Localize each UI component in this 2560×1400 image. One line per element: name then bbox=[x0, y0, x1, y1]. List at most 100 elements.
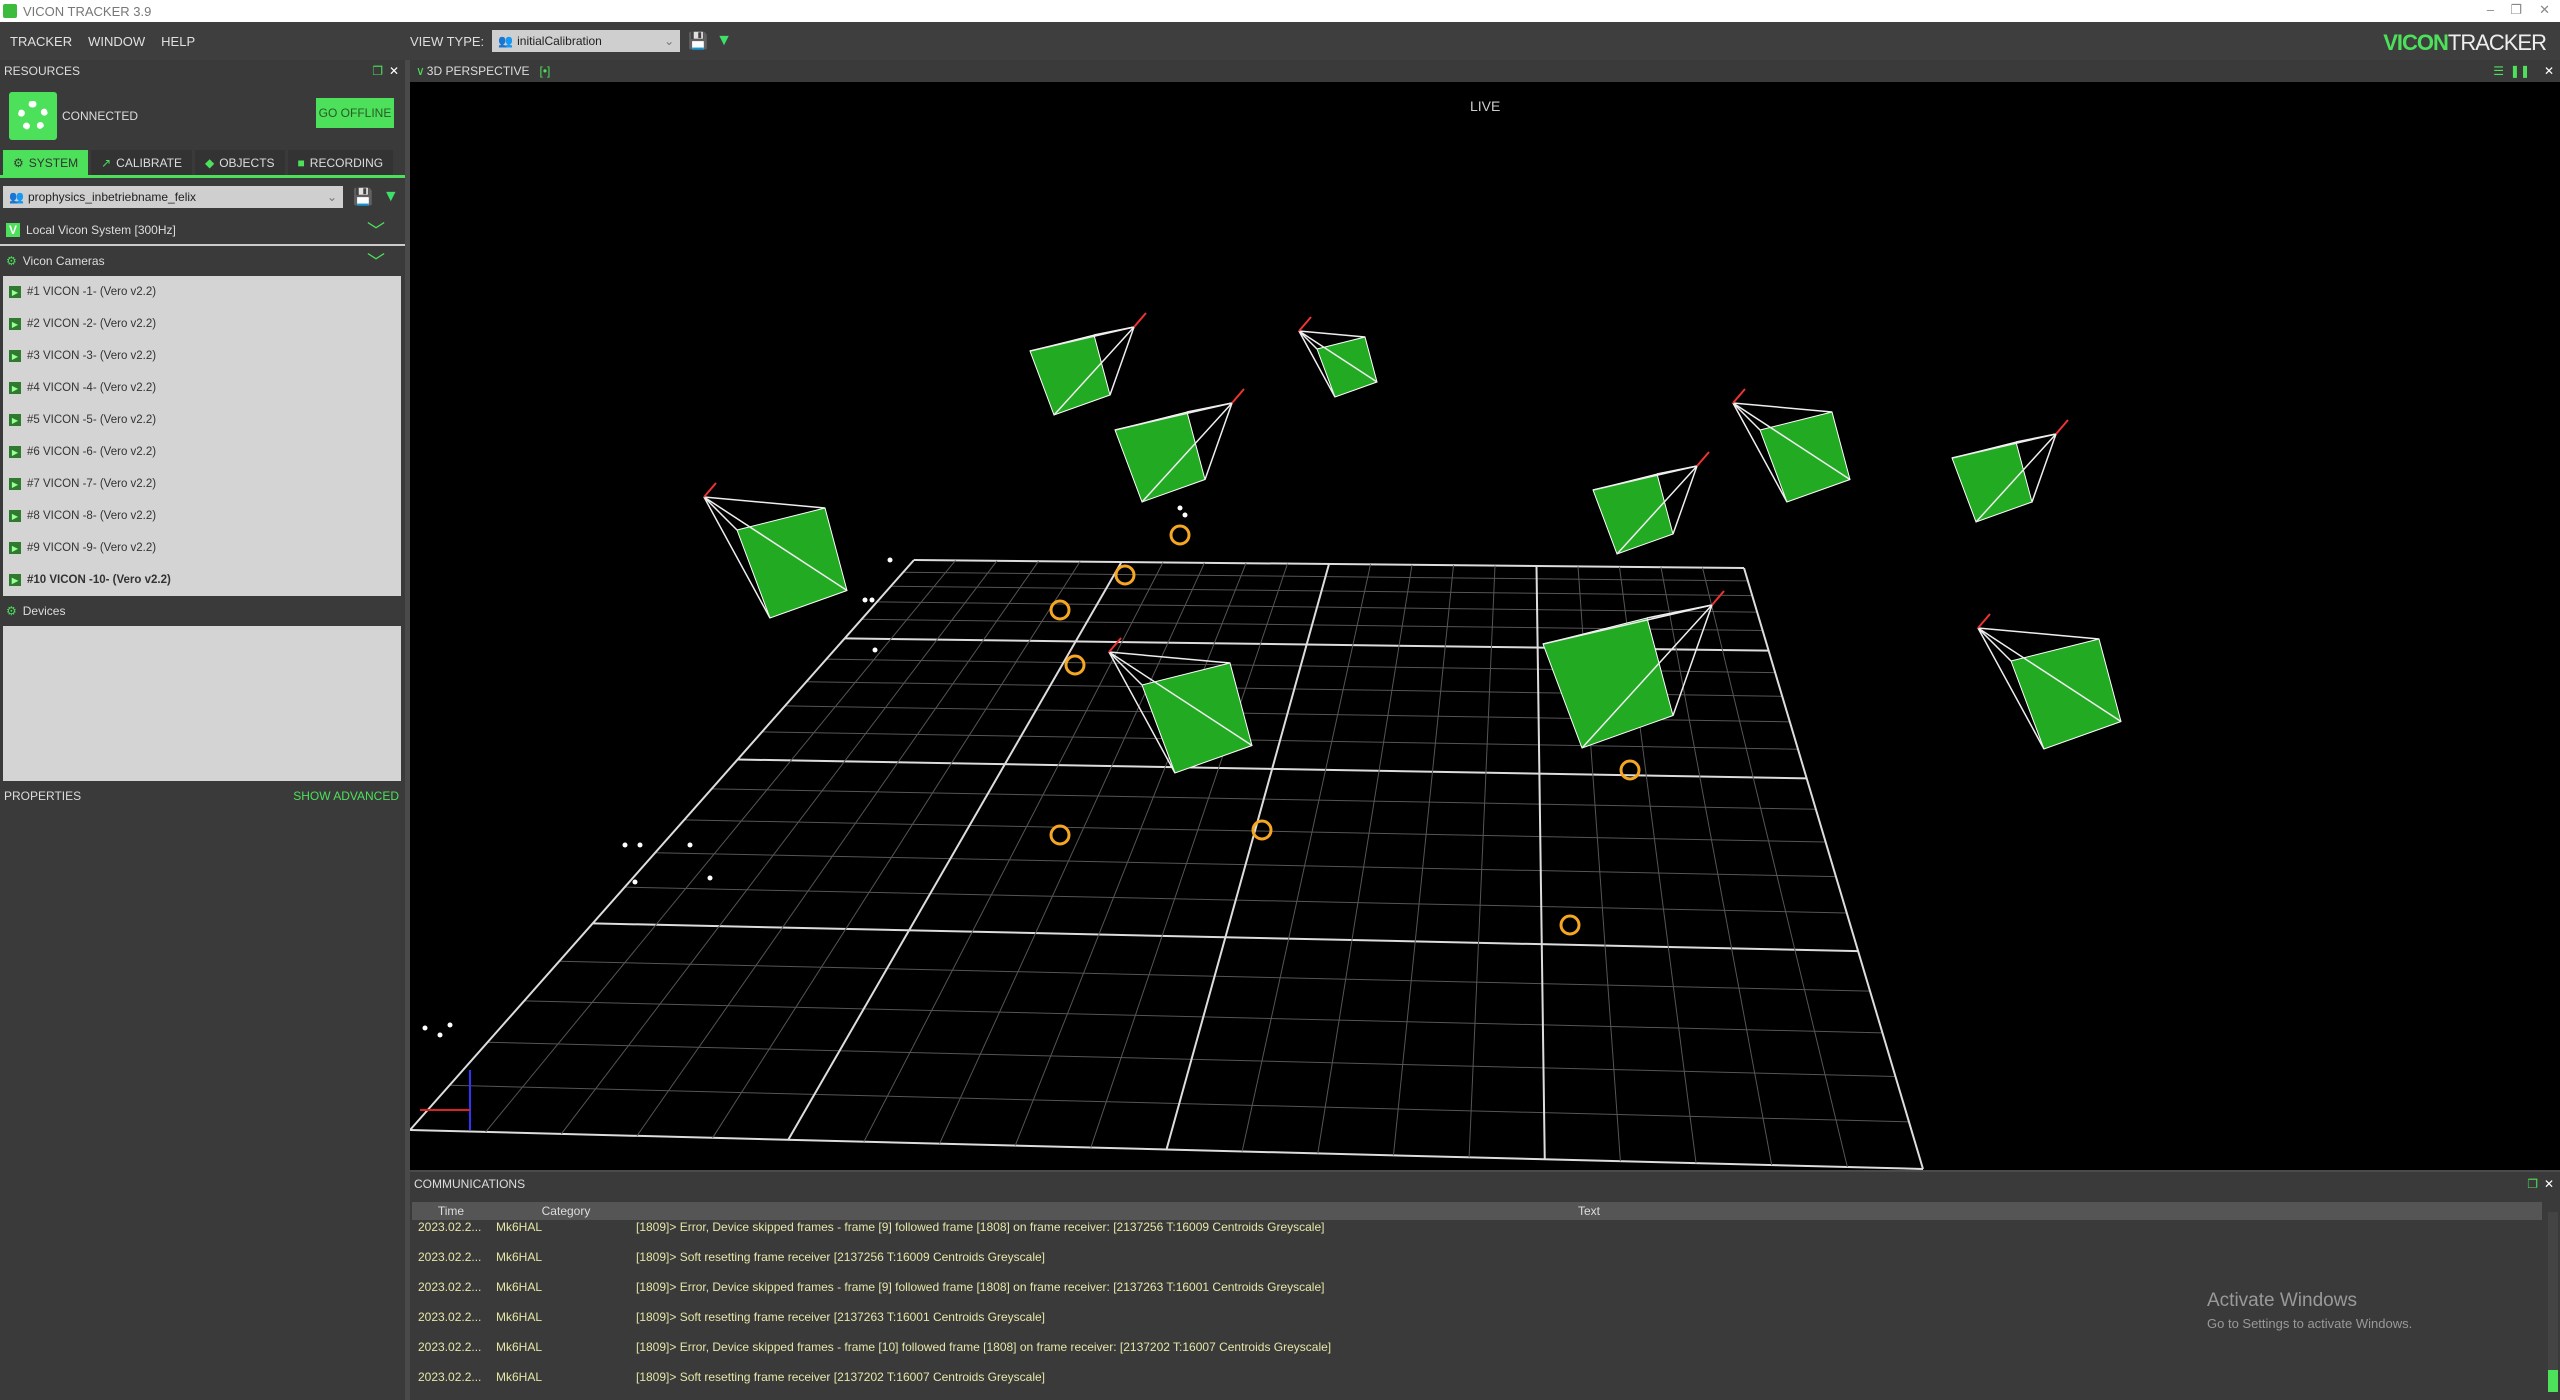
play-icon[interactable]: ▶ bbox=[9, 318, 21, 330]
camera-item[interactable]: ▶ #4 VICON -4- (Vero v2.2) bbox=[3, 372, 401, 404]
camera-frustum-line bbox=[1108, 651, 1143, 686]
play-icon[interactable]: ▶ bbox=[9, 382, 21, 394]
restore-button[interactable]: ❐ bbox=[2510, 2, 2522, 18]
close-panel-icon[interactable]: ✕ bbox=[2544, 1177, 2554, 1191]
filter-icon[interactable]: ▼ bbox=[383, 188, 399, 206]
communications-panel: COMMUNICATIONS ❐ ✕ Time Category Text 2023.0… bbox=[410, 1172, 2560, 1400]
watermark-title: Activate Windows bbox=[2207, 1290, 2357, 1311]
vicon-cameras-row[interactable]: ⚙ Vicon Cameras ﹀ bbox=[0, 246, 405, 276]
camera-item[interactable]: ▶ #2 VICON -2- (Vero v2.2) bbox=[3, 308, 401, 340]
grid-line bbox=[1702, 567, 1848, 1168]
table-row[interactable]: 2023.02.2... Mk6HAL [1809]> Soft resetting… bbox=[412, 1370, 2542, 1400]
col-category[interactable]: Category bbox=[484, 1204, 636, 1218]
menu-window[interactable]: WINDOW bbox=[88, 34, 145, 49]
camera-label: #9 VICON -9- (Vero v2.2) bbox=[27, 542, 157, 554]
camera-body bbox=[1759, 411, 1851, 503]
save-icon[interactable]: 💾 bbox=[688, 31, 708, 51]
focus-icon[interactable]: [•] bbox=[540, 64, 551, 78]
undock-icon[interactable]: ❐ bbox=[372, 64, 383, 78]
devices-label: Devices bbox=[22, 604, 66, 618]
menu-bar: TRACKER WINDOW HELP VIEW TYPE: 👥 initialC… bbox=[0, 22, 2560, 60]
3d-scene[interactable] bbox=[409, 82, 2560, 1170]
menu-help[interactable]: HELP bbox=[161, 34, 195, 49]
cell: Mk6HAL bbox=[496, 1310, 543, 1324]
resources-header: RESOURCES ❐ ✕ bbox=[0, 60, 405, 82]
marker-object bbox=[1049, 824, 1071, 846]
camera-frustum-line bbox=[1109, 326, 1135, 396]
camera-label: #2 VICON -2- (Vero v2.2) bbox=[27, 318, 157, 330]
layout-icon[interactable]: ☰ bbox=[2493, 64, 2504, 78]
marker-point bbox=[1182, 512, 1188, 518]
config-select[interactable]: 👥 prophysics_inbetriebname_felix ⌄ bbox=[3, 186, 343, 208]
marker-point bbox=[1177, 505, 1183, 511]
undock-icon[interactable]: ❐ bbox=[2527, 1177, 2538, 1191]
save-icon[interactable]: 💾 bbox=[353, 187, 373, 207]
chevron-down-icon[interactable]: ∨ bbox=[416, 64, 425, 78]
minimize-button[interactable]: – bbox=[2487, 2, 2494, 17]
play-icon[interactable]: ▶ bbox=[9, 414, 21, 426]
play-icon[interactable]: ▶ bbox=[9, 542, 21, 554]
devices-row[interactable]: ⚙ Devices bbox=[0, 596, 405, 626]
marker-point bbox=[687, 842, 693, 848]
camera-item[interactable]: ▶ #1 VICON -1- (Vero v2.2) bbox=[3, 276, 401, 308]
go-offline-button[interactable]: GO OFFLINE bbox=[316, 98, 394, 128]
cell: [1809]> Soft resetting frame receiver [2… bbox=[636, 1250, 1046, 1264]
connection-area: CONNECTED GO OFFLINE bbox=[0, 82, 405, 150]
pause-icon[interactable]: ❚❚ bbox=[2510, 64, 2530, 78]
grid-line bbox=[712, 561, 1081, 1139]
camera-item[interactable]: ▶ #10 VICON -10- (Vero v2.2) bbox=[3, 564, 401, 596]
view-type-select[interactable]: 👥 initialCalibration ⌄ bbox=[492, 30, 681, 52]
play-icon[interactable]: ▶ bbox=[9, 478, 21, 490]
marker-object bbox=[1559, 914, 1581, 936]
local-system-row[interactable]: V Local Vicon System [300Hz] ﹀ bbox=[0, 216, 405, 246]
close-button[interactable]: ✕ bbox=[2539, 2, 2550, 18]
axis-line bbox=[1108, 637, 1122, 653]
camera-item[interactable]: ▶ #9 VICON -9- (Vero v2.2) bbox=[3, 532, 401, 564]
view-type-value: initialCalibration bbox=[517, 34, 602, 48]
viewport-title[interactable]: 3D PERSPECTIVE bbox=[427, 64, 530, 78]
tab-objects[interactable]: ◆ OBJECTS bbox=[194, 150, 285, 175]
chevron-down-icon[interactable]: ﹀ bbox=[367, 217, 385, 243]
table-row[interactable]: 2023.02.2... Mk6HAL [1809]> Error, Device … bbox=[412, 1340, 2542, 1370]
camera-item[interactable]: ▶ #5 VICON -5- (Vero v2.2) bbox=[3, 404, 401, 436]
grid-line bbox=[560, 560, 998, 1135]
play-icon[interactable]: ▶ bbox=[9, 446, 21, 458]
camera-item[interactable]: ▶ #3 VICON -3- (Vero v2.2) bbox=[3, 340, 401, 372]
chevron-down-icon[interactable]: ﹀ bbox=[367, 248, 385, 274]
close-panel-icon[interactable]: ✕ bbox=[389, 64, 399, 78]
tab-system[interactable]: ⚙ SYSTEM bbox=[3, 150, 89, 175]
cell: Mk6HAL bbox=[496, 1280, 543, 1294]
calibrate-icon: ↗ bbox=[101, 155, 112, 170]
cell: 2023.02.2... bbox=[418, 1310, 482, 1324]
marker-point bbox=[887, 557, 893, 563]
close-view-icon[interactable]: ✕ bbox=[2544, 64, 2554, 78]
play-icon[interactable]: ▶ bbox=[9, 574, 21, 586]
window-title: VICON TRACKER 3.9 bbox=[23, 3, 152, 19]
scrollbar[interactable] bbox=[2548, 1212, 2558, 1392]
resources-title: RESOURCES bbox=[4, 64, 81, 78]
grid-line bbox=[1090, 563, 1288, 1148]
col-time[interactable]: Time bbox=[412, 1204, 484, 1218]
tab-recording[interactable]: ■ RECORDING bbox=[287, 150, 394, 175]
table-row[interactable]: 2023.02.2... Mk6HAL [1809]> Error, Device … bbox=[412, 1220, 2542, 1250]
grid-line bbox=[1317, 564, 1413, 1154]
camera-frustum-line bbox=[1672, 604, 1713, 716]
filter-icon[interactable]: ▼ bbox=[716, 32, 732, 50]
play-icon[interactable]: ▶ bbox=[9, 286, 21, 298]
col-text[interactable]: Text bbox=[636, 1204, 2542, 1218]
camera-item[interactable]: ▶ #6 VICON -6- (Vero v2.2) bbox=[3, 436, 401, 468]
camera-body bbox=[1029, 334, 1111, 416]
camera-body bbox=[736, 507, 848, 619]
play-icon[interactable]: ▶ bbox=[9, 510, 21, 522]
cell: 2023.02.2... bbox=[418, 1250, 482, 1264]
marker-object bbox=[1169, 524, 1191, 546]
camera-item[interactable]: ▶ #7 VICON -7- (Vero v2.2) bbox=[3, 468, 401, 500]
show-advanced-link[interactable]: SHOW ADVANCED bbox=[293, 789, 399, 803]
camera-body bbox=[1592, 473, 1674, 555]
tab-calibrate[interactable]: ↗ CALIBRATE bbox=[91, 150, 192, 175]
play-icon[interactable]: ▶ bbox=[9, 350, 21, 362]
resource-tabs: ⚙ SYSTEM ↗ CALIBRATE ◆ OBJECTS ■ RECORDING bbox=[0, 150, 405, 178]
menu-tracker[interactable]: TRACKER bbox=[10, 34, 72, 49]
camera-item[interactable]: ▶ #8 VICON -8- (Vero v2.2) bbox=[3, 500, 401, 532]
table-row[interactable]: 2023.02.2... Mk6HAL [1809]> Soft resetting… bbox=[412, 1250, 2542, 1280]
